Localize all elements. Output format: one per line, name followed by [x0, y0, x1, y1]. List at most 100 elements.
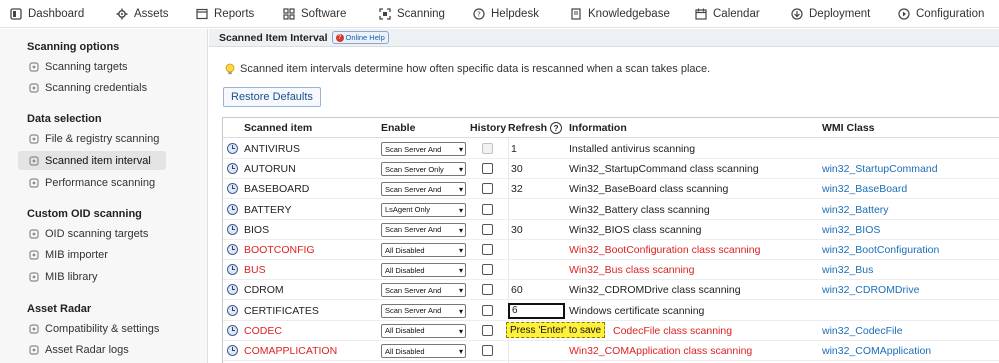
sidebar-item-scanning-targets[interactable]: Scanning targets — [18, 57, 166, 76]
enable-select[interactable]: Scan Server And ▾ — [381, 303, 466, 318]
history-checkbox[interactable] — [482, 264, 493, 276]
calendar-icon — [695, 8, 707, 20]
sidebar-item-file-registry-scanning[interactable]: File & registry scanning — [18, 129, 166, 148]
clock-icon[interactable] — [227, 143, 238, 154]
history-checkbox[interactable] — [482, 345, 493, 356]
nav-knowledgebase[interactable]: Knowledgebase — [570, 0, 670, 27]
nav-dashboard[interactable]: Dashboard — [10, 0, 84, 27]
clock-icon[interactable] — [227, 244, 238, 255]
enable-select[interactable]: All Disabled ▾ — [381, 344, 466, 358]
scanned-item-name: BASEBOARD — [244, 183, 310, 196]
sidebar-item-performance-scanning[interactable]: Performance scanning — [18, 173, 166, 192]
history-checkbox[interactable] — [482, 324, 493, 336]
enable-select-value: All Disabled — [385, 326, 425, 336]
enable-select-value: Scan Server And — [385, 225, 442, 235]
history-checkbox[interactable] — [482, 304, 493, 316]
sidebar-item-scanning-credentials[interactable]: Scanning credentials — [18, 78, 166, 97]
import-icon — [28, 249, 39, 260]
nav-helpdesk[interactable]: ? Helpdesk — [473, 0, 539, 27]
wmi-class-link[interactable]: win32_BootConfiguration — [822, 244, 939, 256]
refresh-value[interactable]: 32 — [511, 183, 523, 195]
sidebar-item-compatibility-settings[interactable]: Compatibility & settings — [18, 319, 166, 338]
nav-scanning[interactable]: Scanning — [379, 0, 445, 27]
information-text: Installed antivirus scanning — [569, 143, 696, 155]
nav-assets[interactable]: Assets — [116, 0, 169, 27]
nav-deployment[interactable]: Deployment — [791, 0, 870, 27]
enable-select[interactable]: All Disabled ▾ — [381, 263, 466, 278]
history-checkbox[interactable] — [482, 223, 493, 235]
enable-select[interactable]: LsAgent Only ▾ — [381, 202, 466, 217]
header-wmi-class[interactable]: WMI Class — [822, 122, 875, 134]
sidebar-item-scanned-item-interval[interactable]: Scanned item interval — [18, 151, 166, 170]
sidebar-item-label: Asset Radar logs — [45, 343, 129, 356]
clock-icon[interactable] — [227, 163, 238, 175]
information-text: Win32_StartupCommand class scanning — [569, 163, 759, 176]
scanned-item-name: ANTIVIRUS — [244, 143, 301, 155]
enable-select[interactable]: Scan Server And ▾ — [381, 222, 466, 237]
enable-select[interactable]: Scan Server And ▾ — [381, 182, 466, 197]
nav-calendar[interactable]: Calendar — [695, 0, 760, 27]
enable-select[interactable]: Scan Server And ▾ — [381, 142, 466, 156]
header-scanned-item[interactable]: Scanned item — [244, 122, 312, 134]
enable-select[interactable]: Scan Server And ▾ — [381, 283, 466, 298]
chevron-down-icon: ▾ — [458, 225, 463, 235]
sidebar-item-label: MIB importer — [45, 248, 108, 261]
clock-icon[interactable] — [227, 324, 238, 336]
table-row: CERTIFICATES Scan Server And ▾ 6 Windows cer… — [223, 301, 999, 321]
clock-icon[interactable] — [227, 284, 238, 296]
nav-label: Assets — [134, 8, 169, 20]
enable-select[interactable]: All Disabled ▾ — [381, 243, 466, 257]
enable-select[interactable]: Scan Server Only ▾ — [381, 162, 466, 177]
sidebar-item-asset-radar-logs[interactable]: Asset Radar logs — [18, 340, 166, 359]
clock-icon[interactable] — [227, 183, 238, 195]
library-icon — [28, 271, 39, 282]
header-information[interactable]: Information — [569, 122, 627, 134]
scan-icon — [379, 8, 391, 20]
chevron-down-icon: ▾ — [458, 205, 463, 215]
history-checkbox[interactable] — [482, 163, 493, 175]
online-help-button[interactable]: ? Online Help — [331, 31, 389, 44]
header-refresh[interactable]: Refresh? — [508, 122, 563, 135]
file-icon — [28, 133, 39, 144]
history-checkbox[interactable] — [482, 203, 493, 215]
top-navigation: Dashboard Assets Reports Software Scanning ? H… — [0, 0, 999, 28]
wmi-class-link[interactable]: win32_CodecFile — [822, 325, 903, 337]
nav-label: Software — [301, 8, 347, 20]
refresh-value[interactable]: 60 — [511, 284, 523, 296]
clock-icon[interactable] — [227, 304, 238, 316]
wmi-class-link[interactable]: win32_CDROMDrive — [822, 284, 919, 296]
history-checkbox[interactable] — [482, 183, 493, 195]
header-enable[interactable]: Enable — [381, 122, 415, 134]
sidebar-item-mib-library[interactable]: MIB library — [18, 267, 166, 286]
clock-icon[interactable] — [227, 264, 238, 276]
sidebar-item-oid-scanning-targets[interactable]: OID scanning targets — [18, 224, 166, 243]
table-row: CDROM Scan Server And ▾ 60 Win32_CDROMDrive … — [223, 280, 999, 301]
clock-icon[interactable] — [227, 203, 238, 215]
question-icon[interactable]: ? — [550, 122, 563, 135]
scanned-item-name: BATTERY — [244, 203, 292, 216]
header-history[interactable]: History — [470, 122, 506, 134]
restore-defaults-button[interactable]: Restore Defaults — [223, 87, 321, 107]
wmi-class-link[interactable]: win32_BaseBoard — [822, 183, 907, 195]
clock-icon[interactable] — [227, 345, 238, 356]
refresh-value[interactable]: 30 — [511, 163, 523, 175]
deployment-icon — [791, 8, 803, 20]
nav-configuration[interactable]: Configuration — [898, 0, 984, 27]
clock-icon[interactable] — [227, 223, 238, 235]
wmi-class-link[interactable]: win32_Battery — [822, 204, 889, 216]
nav-reports[interactable]: Reports — [196, 0, 254, 27]
history-checkbox[interactable] — [482, 284, 493, 296]
enable-select[interactable]: All Disabled ▾ — [381, 323, 466, 338]
enable-select-value: Scan Server Only — [385, 164, 444, 174]
refresh-input[interactable]: 6 — [508, 302, 565, 319]
nav-software[interactable]: Software — [283, 0, 347, 27]
scanned-item-name: CERTIFICATES — [244, 304, 319, 317]
wmi-class-link[interactable]: win32_StartupCommand — [822, 163, 938, 175]
wmi-class-link[interactable]: win32_COMApplication — [822, 345, 931, 357]
history-checkbox[interactable] — [482, 244, 493, 255]
wmi-class-link[interactable]: win32_BIOS — [822, 224, 880, 236]
refresh-value[interactable]: 1 — [511, 143, 517, 155]
sidebar-item-mib-importer[interactable]: MIB importer — [18, 245, 166, 264]
refresh-value[interactable]: 30 — [511, 224, 523, 236]
wmi-class-link[interactable]: win32_Bus — [822, 264, 873, 276]
